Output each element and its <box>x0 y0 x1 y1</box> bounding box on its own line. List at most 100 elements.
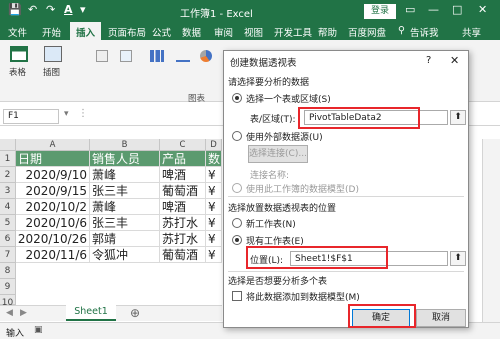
product-cell[interactable]: 啤酒 <box>160 167 206 183</box>
recommended-charts-icon[interactable] <box>120 50 132 62</box>
radio-new-sheet[interactable] <box>232 218 242 228</box>
amount-cell[interactable]: ¥ <box>206 247 222 263</box>
row-header[interactable]: 10 <box>0 295 16 308</box>
amount-cell[interactable]: ¥ <box>206 167 222 183</box>
cancel-button[interactable]: 取消 <box>416 309 466 327</box>
table-header-cell[interactable]: 日期 <box>16 151 90 167</box>
vertical-scrollbar[interactable] <box>482 139 500 322</box>
maximize-icon[interactable]: □ <box>452 3 462 16</box>
column-header[interactable]: B <box>90 139 160 151</box>
product-cell[interactable]: 葡萄酒 <box>160 183 206 199</box>
choose-connection-button[interactable]: 选择连接(C)... <box>248 145 308 163</box>
add-to-model-label[interactable]: 将此数据添加到数据模型(M) <box>246 290 360 303</box>
illustrations-button-label[interactable]: 插图 <box>43 66 60 78</box>
help-button[interactable]: ? <box>426 55 431 66</box>
radio-data-model-label[interactable]: 使用此工作簿的数据模型(D) <box>246 182 359 195</box>
amount-cell[interactable]: ¥ <box>206 231 222 247</box>
radio-new-sheet-label[interactable]: 新工作表(N) <box>246 217 296 230</box>
salesperson-cell[interactable]: 张三丰 <box>90 215 160 231</box>
tab-review[interactable]: 审阅 <box>214 25 233 39</box>
macro-record-icon[interactable]: ▣ <box>34 325 43 335</box>
tab-baidu-pan[interactable]: 百度网盘 <box>348 25 386 39</box>
product-cell[interactable]: 苏打水 <box>160 231 206 247</box>
tell-me-icon[interactable]: ⚲ <box>398 25 405 36</box>
tab-home[interactable]: 开始 <box>42 25 61 39</box>
range-picker-button[interactable]: ⬆ <box>450 110 466 125</box>
table-icon[interactable] <box>10 46 28 62</box>
tab-tell-me[interactable]: 告诉我 <box>410 25 439 39</box>
tab-page-layout[interactable]: 页面布局 <box>108 25 146 39</box>
font-color-icon[interactable]: A <box>64 3 73 16</box>
dialog-close-icon[interactable]: ✕ <box>450 54 459 67</box>
radio-select-table[interactable] <box>232 93 242 103</box>
tab-view[interactable]: 视图 <box>244 25 263 39</box>
sheet-tab[interactable]: Sheet1 <box>66 304 116 321</box>
radio-external-source-label[interactable]: 使用外部数据源(U) <box>246 130 323 143</box>
illustrations-icon[interactable] <box>44 46 62 62</box>
row-header[interactable]: 9 <box>0 279 16 295</box>
prev-sheet-icon[interactable]: ◀ <box>6 308 13 318</box>
column-header[interactable]: C <box>160 139 206 151</box>
next-sheet-icon[interactable]: ▶ <box>20 308 27 318</box>
row-header[interactable]: 8 <box>0 263 16 279</box>
amount-cell[interactable]: ¥ <box>206 199 222 215</box>
tab-insert[interactable]: 插入 <box>70 22 102 40</box>
location-picker-button[interactable]: ⬆ <box>450 251 466 266</box>
save-icon[interactable]: 💾 <box>8 3 22 16</box>
name-box[interactable]: F1 <box>3 109 59 124</box>
row-header[interactable]: 2 <box>0 167 16 183</box>
amount-cell[interactable]: ¥ <box>206 215 222 231</box>
ribbon-display-icon[interactable]: ▭ <box>405 3 415 16</box>
radio-data-model[interactable] <box>232 183 242 193</box>
tab-formulas[interactable]: 公式 <box>152 25 171 39</box>
redo-icon[interactable]: ↷ <box>46 3 55 16</box>
column-header[interactable]: D <box>206 139 222 151</box>
date-cell[interactable]: 2020/9/10 <box>16 167 90 183</box>
table-header-cell[interactable]: 销售人员 <box>90 151 160 167</box>
salesperson-cell[interactable]: 令狐冲 <box>90 247 160 263</box>
select-all-corner[interactable] <box>0 139 16 151</box>
row-header[interactable]: 7 <box>0 247 16 263</box>
add-sheet-icon[interactable]: ⊕ <box>130 306 140 320</box>
salesperson-cell[interactable]: 张三丰 <box>90 183 160 199</box>
customize-toolbar-icon[interactable]: ▾ <box>80 3 86 16</box>
salesperson-cell[interactable]: 郭靖 <box>90 231 160 247</box>
row-header[interactable]: 3 <box>0 183 16 199</box>
login-button[interactable]: 登录 <box>364 4 396 19</box>
amount-cell[interactable]: ¥ <box>206 183 222 199</box>
tab-help[interactable]: 帮助 <box>318 25 337 39</box>
radio-select-table-label[interactable]: 选择一个表或区域(S) <box>246 92 331 105</box>
product-cell[interactable]: 葡萄酒 <box>160 247 206 263</box>
tab-developer[interactable]: 开发工具 <box>274 25 312 39</box>
date-cell[interactable]: 2020/10/26 <box>16 231 90 247</box>
row-header[interactable]: 5 <box>0 215 16 231</box>
date-cell[interactable]: 2020/11/6 <box>16 247 90 263</box>
add-to-model-checkbox[interactable] <box>232 291 242 301</box>
table-header-cell[interactable]: 产品 <box>160 151 206 167</box>
addins-icon[interactable] <box>96 50 108 62</box>
salesperson-cell[interactable]: 萧峰 <box>90 199 160 215</box>
tab-share[interactable]: 共享 <box>462 25 481 39</box>
column-header[interactable]: A <box>16 139 90 151</box>
radio-external-source[interactable] <box>232 131 242 141</box>
name-box-dropdown-icon[interactable]: ▾ <box>64 109 69 119</box>
row-header[interactable]: 6 <box>0 231 16 247</box>
row-header[interactable]: 4 <box>0 199 16 215</box>
table-button-label[interactable]: 表格 <box>9 66 26 78</box>
undo-icon[interactable]: ↶ <box>28 3 37 16</box>
row-header[interactable]: 1 <box>0 151 16 167</box>
salesperson-cell[interactable]: 萧峰 <box>90 167 160 183</box>
close-icon[interactable]: ✕ <box>478 3 487 16</box>
date-cell[interactable]: 2020/10/6 <box>16 215 90 231</box>
column-chart-icon[interactable] <box>150 50 164 62</box>
tab-file[interactable]: 文件 <box>8 25 27 39</box>
tab-data[interactable]: 数据 <box>182 25 201 39</box>
pie-chart-icon[interactable] <box>200 50 212 62</box>
minimize-icon[interactable]: — <box>428 3 439 16</box>
line-chart-icon[interactable] <box>176 50 190 62</box>
table-header-cell[interactable]: 数 <box>206 151 222 167</box>
radio-existing-sheet[interactable] <box>232 235 242 245</box>
date-cell[interactable]: 2020/9/15 <box>16 183 90 199</box>
product-cell[interactable]: 苏打水 <box>160 215 206 231</box>
product-cell[interactable]: 啤酒 <box>160 199 206 215</box>
